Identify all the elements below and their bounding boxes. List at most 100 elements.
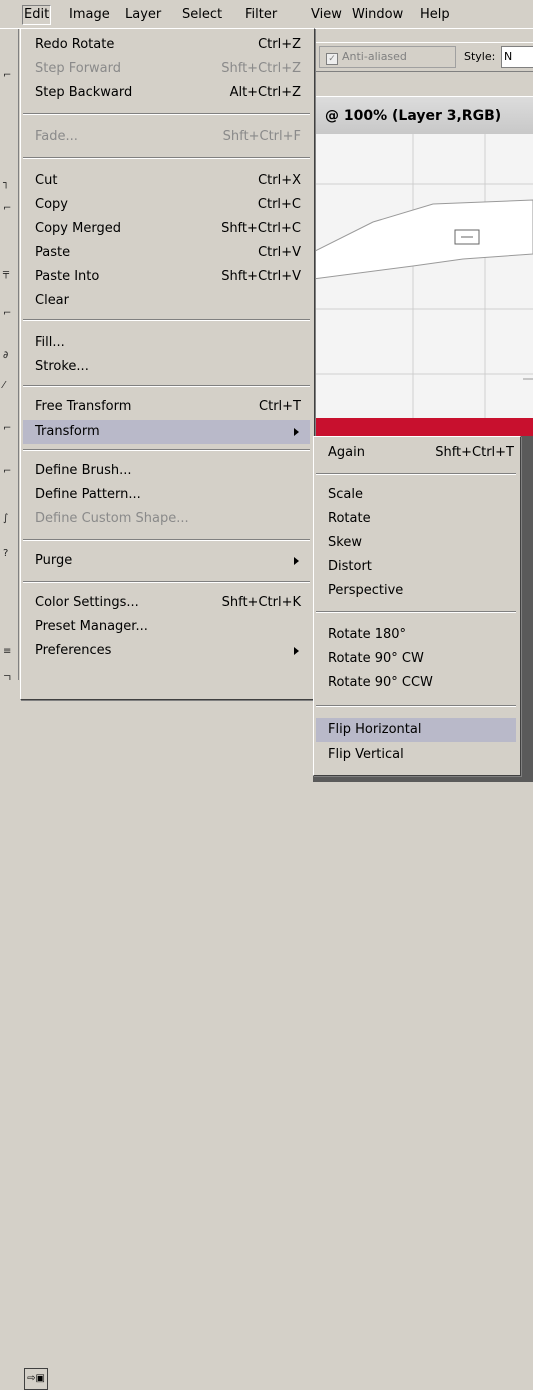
menu-item-fill[interactable]: Fill... (35, 331, 301, 355)
menu-item-shortcut: Shft+Ctrl+V (221, 269, 301, 284)
tool-icon[interactable]: ⌐ (3, 70, 11, 81)
menu-item-label: Rotate (328, 511, 371, 526)
menu-item-shortcut: Ctrl+C (257, 197, 301, 212)
dock-strip (0, 740, 313, 782)
menu-separator (23, 449, 310, 451)
menu-separator (316, 611, 516, 613)
menu-item-label: Step Forward (35, 61, 122, 76)
menu-item-flip-horizontal[interactable]: Flip Horizontal (316, 718, 516, 742)
menu-item-label: Clear (35, 293, 69, 308)
style-label: Style: (464, 50, 496, 63)
tool-icon[interactable]: ⌐ (3, 308, 11, 319)
menu-item-shortcut: Ctrl+Z (258, 37, 301, 52)
menu-item-rotate-90-cw[interactable]: Rotate 90° CW (328, 647, 514, 671)
menu-item-define-custom-shape[interactable]: Define Custom Shape... (35, 507, 301, 531)
menu-item-shortcut: Shft+Ctrl+C (221, 221, 301, 236)
tool-icon[interactable]: ╤ (3, 268, 9, 279)
menu-edit[interactable]: Edit (22, 5, 52, 25)
menu-item-label: Redo Rotate (35, 37, 115, 52)
menu-item-shortcut: Alt+Ctrl+Z (229, 85, 301, 100)
menu-item-step-forward[interactable]: Step Forward Shft+Ctrl+Z (35, 57, 301, 81)
menu-item-label: Transform (35, 424, 100, 439)
menu-item-scale[interactable]: Scale (328, 483, 514, 507)
menu-layer[interactable]: Layer (123, 6, 163, 24)
menu-item-paste[interactable]: Paste Ctrl+V (35, 241, 301, 265)
menu-help[interactable]: Help (418, 6, 452, 24)
checkmark-icon: ✓ (326, 53, 338, 65)
menu-item-cut[interactable]: Cut Ctrl+X (35, 169, 301, 193)
menu-item-rotate-90-ccw[interactable]: Rotate 90° CCW (328, 671, 514, 695)
menu-item-label: Paste (35, 245, 71, 260)
menu-item-label: Rotate 90° CW (328, 651, 424, 666)
menu-item-label: Rotate 90° CCW (328, 675, 433, 690)
menu-window[interactable]: Window (350, 6, 405, 24)
menu-item-shortcut: Ctrl+X (258, 173, 301, 188)
antialias-label: Anti-aliased (342, 50, 407, 63)
tool-icon[interactable]: ⌐ (3, 203, 11, 214)
menu-item-label: Define Pattern... (35, 487, 141, 502)
tool-icon[interactable]: ⌐ (3, 423, 11, 434)
menu-item-label: Copy Merged (35, 221, 121, 236)
menu-item-rotate[interactable]: Rotate (328, 507, 514, 531)
menu-item-fade[interactable]: Fade... Shft+Ctrl+F (35, 125, 301, 149)
menu-item-label: Purge (35, 553, 73, 568)
menu-item-rotate-180[interactable]: Rotate 180° (328, 623, 514, 647)
style-select[interactable]: N (501, 46, 533, 68)
tool-icon[interactable]: ? (3, 548, 8, 559)
menu-item-skew[interactable]: Skew (328, 531, 514, 555)
menu-item-label: Define Custom Shape... (35, 511, 189, 526)
menu-separator (316, 473, 516, 475)
menu-item-shortcut: Shft+Ctrl+K (221, 595, 301, 610)
tool-icon[interactable]: ⁄ (3, 380, 5, 391)
menu-item-flip-vertical[interactable]: Flip Vertical (328, 743, 514, 767)
submenu-arrow-icon (294, 428, 299, 436)
menu-item-label: Free Transform (35, 399, 132, 414)
transform-submenu: Again Shft+Ctrl+T Scale Rotate Skew Disto… (313, 436, 521, 776)
menu-image[interactable]: Image (67, 6, 112, 24)
menu-item-preset-manager[interactable]: Preset Manager... (35, 615, 301, 639)
tool-icon[interactable]: ┐ (3, 178, 9, 189)
menu-item-shortcut: Ctrl+T (259, 399, 301, 414)
menu-item-label: Stroke... (35, 359, 89, 374)
menu-item-label: Paste Into (35, 269, 100, 284)
menu-item-shortcut: Shft+Ctrl+F (222, 129, 301, 144)
menu-item-purge[interactable]: Purge (35, 549, 301, 573)
toolbox-panel: ⌐ ┐ ⌐ ╤ ⌐ ∂ ⁄ ⌐ ⌐ ∫ ? ≡ ⊐ (0, 28, 19, 782)
menu-item-again[interactable]: Again Shft+Ctrl+T (328, 441, 514, 465)
menu-item-transform[interactable]: Transform (23, 420, 310, 444)
menu-separator (23, 581, 310, 583)
menu-item-label: Distort (328, 559, 372, 574)
menu-item-label: Rotate 180° (328, 627, 407, 642)
menu-item-perspective[interactable]: Perspective (328, 579, 514, 603)
tool-icon[interactable]: ⌐ (3, 466, 11, 477)
antialias-checkbox[interactable]: ✓ Anti-aliased (319, 46, 456, 68)
menu-item-preferences[interactable]: Preferences (35, 639, 301, 663)
menu-item-stroke[interactable]: Stroke... (35, 355, 301, 379)
menu-bar: Edit Image Layer Select Filter View Wind… (0, 0, 533, 29)
menu-item-paste-into[interactable]: Paste Into Shft+Ctrl+V (35, 265, 301, 289)
menu-item-label: Preset Manager... (35, 619, 148, 634)
tool-icon[interactable]: ≡ (3, 646, 11, 657)
menu-item-label: Flip Horizontal (328, 722, 422, 737)
canvas-artwork (313, 134, 533, 424)
menu-item-copy[interactable]: Copy Ctrl+C (35, 193, 301, 217)
menu-filter[interactable]: Filter (243, 6, 279, 24)
edit-menu: Redo Rotate Ctrl+Z Step Forward Shft+Ctrl+… (20, 28, 315, 700)
menu-item-label: Copy (35, 197, 68, 212)
tool-icon[interactable]: ∂ (3, 350, 8, 361)
menu-item-clear[interactable]: Clear (35, 289, 301, 313)
quick-mask-icon[interactable]: ⇨▣ (24, 1368, 48, 1390)
document-canvas[interactable] (313, 134, 533, 424)
menu-item-redo-rotate[interactable]: Redo Rotate Ctrl+Z (35, 33, 301, 57)
menu-view[interactable]: View (309, 6, 344, 24)
menu-item-free-transform[interactable]: Free Transform Ctrl+T (35, 395, 301, 419)
menu-item-distort[interactable]: Distort (328, 555, 514, 579)
menu-item-define-pattern[interactable]: Define Pattern... (35, 483, 301, 507)
menu-item-step-backward[interactable]: Step Backward Alt+Ctrl+Z (35, 81, 301, 105)
menu-item-define-brush[interactable]: Define Brush... (35, 459, 301, 483)
menu-item-label: Cut (35, 173, 58, 188)
tool-icon[interactable]: ∫ (3, 513, 8, 524)
menu-item-color-settings[interactable]: Color Settings... Shft+Ctrl+K (35, 591, 301, 615)
menu-select[interactable]: Select (180, 6, 224, 24)
menu-item-copy-merged[interactable]: Copy Merged Shft+Ctrl+C (35, 217, 301, 241)
